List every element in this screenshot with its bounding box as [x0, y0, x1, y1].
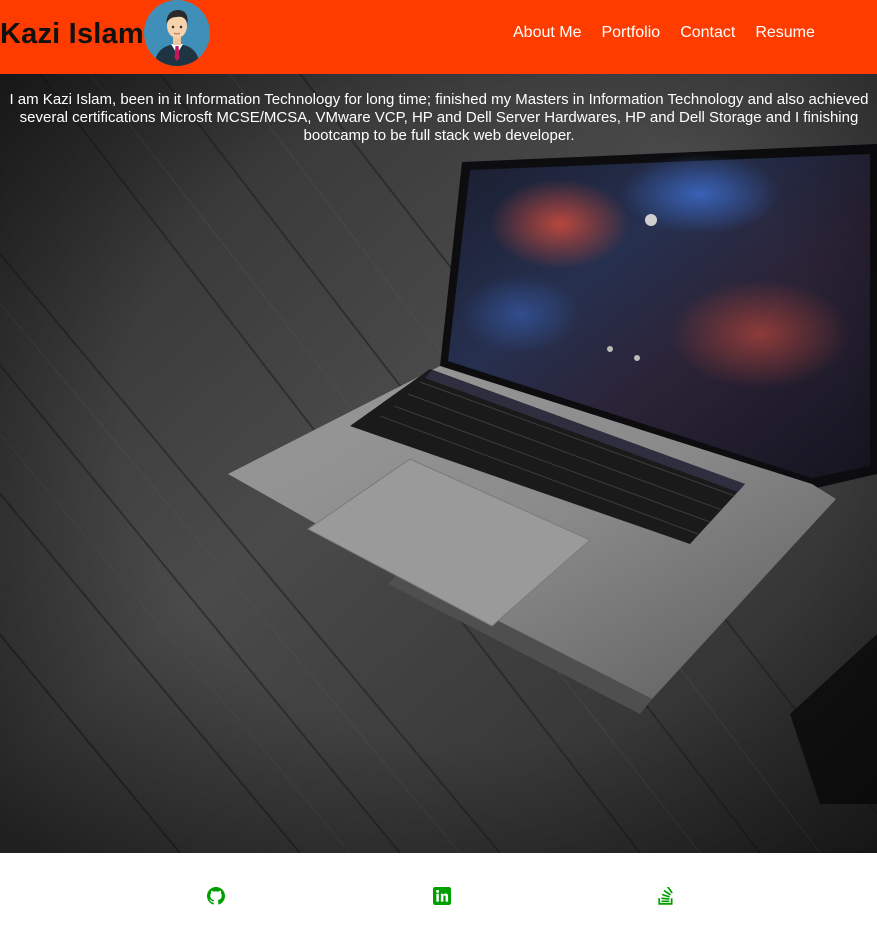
laptop-background-image	[0, 74, 877, 853]
person-avatar-icon	[143, 0, 210, 66]
github-icon[interactable]	[207, 887, 225, 905]
site-header: Kazi Islam About Me Portfolio Contact Re…	[0, 0, 877, 74]
stack-overflow-icon[interactable]	[657, 887, 675, 905]
nav-link-resume[interactable]: Resume	[755, 23, 815, 43]
brand-name[interactable]: Kazi Islam	[0, 18, 144, 51]
nav-link-contact[interactable]: Contact	[680, 23, 735, 43]
nav-link-portfolio[interactable]: Portfolio	[601, 23, 660, 43]
brand[interactable]: Kazi Islam	[0, 0, 210, 66]
site-footer	[0, 853, 877, 927]
hero-section: I am Kazi Islam, been in it Information …	[0, 74, 877, 853]
linkedin-icon[interactable]	[433, 887, 451, 905]
intro-text: I am Kazi Islam, been in it Information …	[9, 91, 869, 144]
nav-link-about-me[interactable]: About Me	[513, 23, 581, 43]
main-nav: About Me Portfolio Contact Resume	[513, 23, 815, 43]
